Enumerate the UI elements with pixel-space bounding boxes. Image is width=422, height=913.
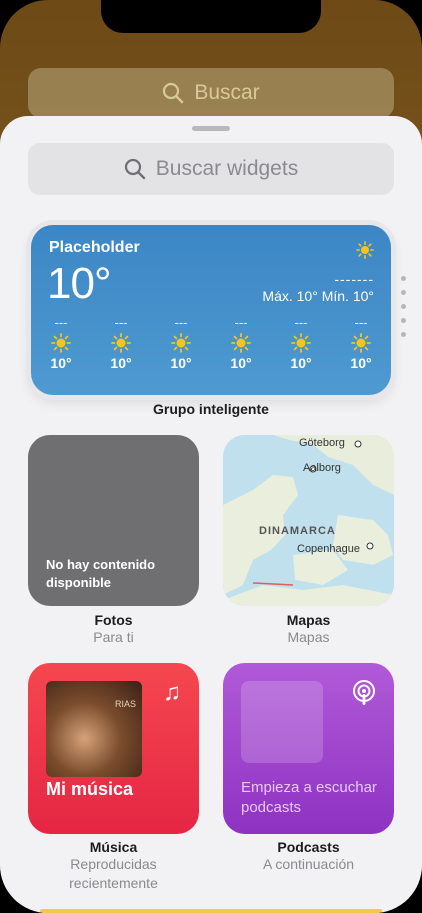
podcasts-caption: Podcasts [277, 839, 340, 855]
music-tile-title: Mi música [46, 779, 134, 799]
forecast-hour-label: --- [354, 315, 368, 330]
maps-caption: Mapas [286, 612, 331, 628]
page-dot [401, 318, 406, 323]
smart-stack-weather-widget[interactable]: Placeholder 10° ------- Máx. 10° Mín. 10… [31, 225, 391, 395]
maps-subtitle: Mapas [287, 629, 330, 645]
home-search-bar[interactable]: Buscar [28, 68, 394, 118]
map-label-aalborg: Aalborg [303, 462, 341, 474]
music-note-icon: ♫ [163, 679, 181, 706]
search-icon [124, 158, 145, 180]
podcast-artwork-placeholder [241, 681, 323, 763]
forecast-temp: 10° [350, 355, 372, 371]
forecast-hour: --- 10° [343, 315, 379, 371]
forecast-temp: 10° [230, 355, 252, 371]
home-search-placeholder: Buscar [194, 81, 260, 104]
notch [101, 0, 321, 33]
forecast-hour-label: --- [114, 315, 128, 330]
stack-page-indicator [401, 276, 406, 337]
photos-caption: Fotos [94, 612, 133, 628]
forecast-temp: 10° [290, 355, 312, 371]
forecast-hour: --- 10° [223, 315, 259, 371]
map-label-goteborg: Göteborg [299, 437, 345, 449]
sun-icon [51, 333, 71, 353]
album-art-text: RIAS [114, 699, 136, 709]
forecast-temp: 10° [50, 355, 72, 371]
page-dot [401, 290, 406, 295]
forecast-temp: 10° [110, 355, 132, 371]
photos-empty-message: No hay contenido disponible [46, 557, 156, 590]
music-caption: Música [89, 839, 138, 855]
map-label-country: DINAMARCA [259, 525, 336, 537]
forecast-hour-label: --- [234, 315, 248, 330]
widget-sheet: Buscar widgets Placeholder 10° ------- M… [0, 116, 422, 913]
podcast-tile-text: Empieza a escuchar podcasts [241, 779, 377, 816]
sun-icon [351, 333, 371, 353]
album-artwork: RIAS [46, 681, 142, 777]
hourly-forecast: --- 10° --- 10° --- 10° --- 10° --- 10° … [43, 315, 379, 371]
page-dot [401, 276, 406, 281]
map-label-copenhague: Copenhague [297, 543, 361, 555]
weather-high-low: Máx. 10° Mín. 10° [262, 288, 374, 304]
sun-icon [171, 333, 191, 353]
sun-icon [111, 333, 131, 353]
smart-stack-caption: Grupo inteligente [153, 401, 269, 417]
forecast-hour: --- 10° [103, 315, 139, 371]
next-widget-edge [40, 909, 382, 913]
music-subtitle: Reproducidas recientemente [69, 856, 158, 891]
forecast-temp: 10° [170, 355, 192, 371]
sun-icon [291, 333, 311, 353]
forecast-hour: --- 10° [283, 315, 319, 371]
music-widget[interactable]: RIAS ♫ Mi música [28, 663, 199, 834]
podcast-icon [353, 680, 375, 705]
forecast-hour-label: --- [54, 315, 68, 330]
weather-condition: ------- [334, 271, 374, 287]
forecast-hour: --- 10° [43, 315, 79, 371]
photos-widget[interactable]: No hay contenido disponible [28, 435, 199, 606]
podcasts-widget[interactable]: Empieza a escuchar podcasts [223, 663, 394, 834]
photos-subtitle: Para ti [93, 629, 134, 645]
sun-icon [356, 241, 374, 259]
weather-location: Placeholder [49, 239, 140, 256]
page-dot [401, 304, 406, 309]
search-icon [163, 82, 184, 104]
podcasts-subtitle: A continuación [262, 856, 355, 872]
map-image [223, 435, 394, 606]
sheet-grabber[interactable] [192, 126, 230, 131]
forecast-hour: --- 10° [163, 315, 199, 371]
forecast-hour-label: --- [174, 315, 188, 330]
page-dot [401, 332, 406, 337]
weather-temperature: 10° [47, 259, 112, 308]
widget-gallery-screen: Buscar Buscar widgets Placeholder 10° --… [0, 0, 422, 913]
maps-widget[interactable]: Göteborg Aalborg DINAMARCA Copenhague [223, 435, 394, 606]
widget-search-input[interactable]: Buscar widgets [28, 143, 394, 195]
forecast-hour-label: --- [294, 315, 308, 330]
widget-search-placeholder: Buscar widgets [155, 157, 299, 180]
sun-icon [231, 333, 251, 353]
